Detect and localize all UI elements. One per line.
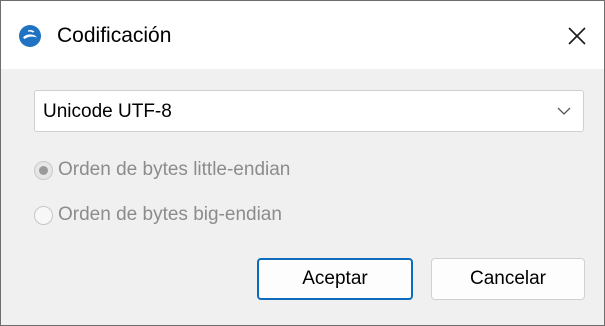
- little-endian-label: Orden de bytes little-endian: [58, 159, 291, 180]
- encoding-select-value: Unicode UTF-8: [43, 101, 172, 122]
- chevron-down-icon: [557, 107, 571, 115]
- big-endian-option[interactable]: Orden de bytes big-endian: [34, 202, 282, 228]
- big-endian-radio[interactable]: [34, 205, 53, 225]
- encoding-select[interactable]: Unicode UTF-8: [34, 90, 584, 132]
- dialog-content: Unicode UTF-8 Orden de bytes little-endi…: [1, 69, 604, 325]
- little-endian-option[interactable]: Orden de bytes little-endian: [34, 157, 290, 183]
- accept-button[interactable]: Aceptar: [257, 258, 413, 300]
- cancel-button[interactable]: Cancelar: [431, 258, 585, 300]
- app-logo-icon: [19, 25, 41, 47]
- big-endian-label: Orden de bytes big-endian: [58, 204, 282, 225]
- title-bar: Codificación: [1, 1, 604, 69]
- close-icon: [568, 27, 586, 45]
- encoding-dialog: Codificación Unicode UTF-8 Orden de byte…: [0, 0, 605, 326]
- little-endian-radio[interactable]: [34, 160, 53, 180]
- close-button[interactable]: [557, 17, 597, 55]
- dialog-title: Codificación: [57, 24, 172, 47]
